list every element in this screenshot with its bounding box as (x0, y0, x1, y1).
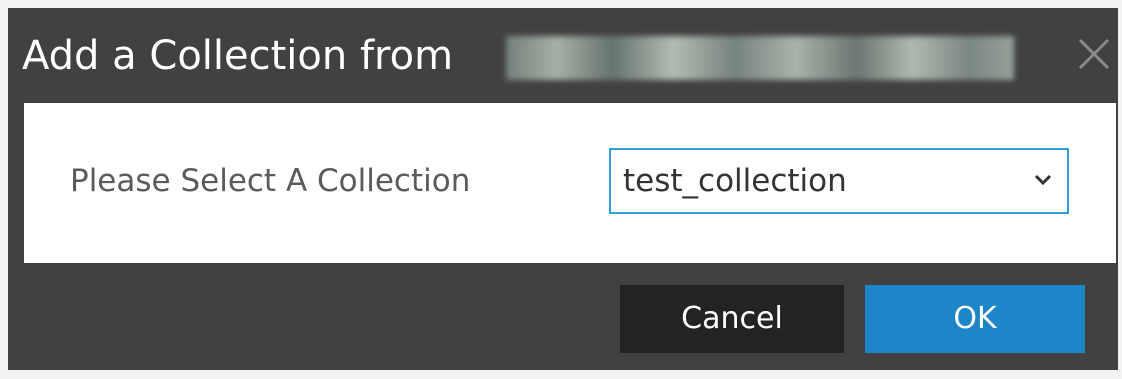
dialog-titlebar: Add a Collection from (8, 8, 1118, 103)
chevron-down-icon (1034, 174, 1052, 186)
collection-select-value: test_collection (623, 163, 847, 199)
cancel-button[interactable]: Cancel (620, 285, 844, 353)
redacted-hostname (506, 36, 1014, 80)
close-button[interactable] (1074, 34, 1114, 74)
ok-button[interactable]: OK (865, 285, 1085, 353)
collection-select[interactable]: test_collection (609, 148, 1069, 214)
close-icon (1078, 38, 1110, 70)
dialog-body: Please Select A Collection test_collecti… (24, 103, 1116, 263)
add-collection-dialog: Add a Collection from Please Select A Co… (8, 8, 1118, 370)
dialog-title: Add a Collection from (22, 33, 454, 79)
collection-field-label: Please Select A Collection (70, 163, 471, 199)
